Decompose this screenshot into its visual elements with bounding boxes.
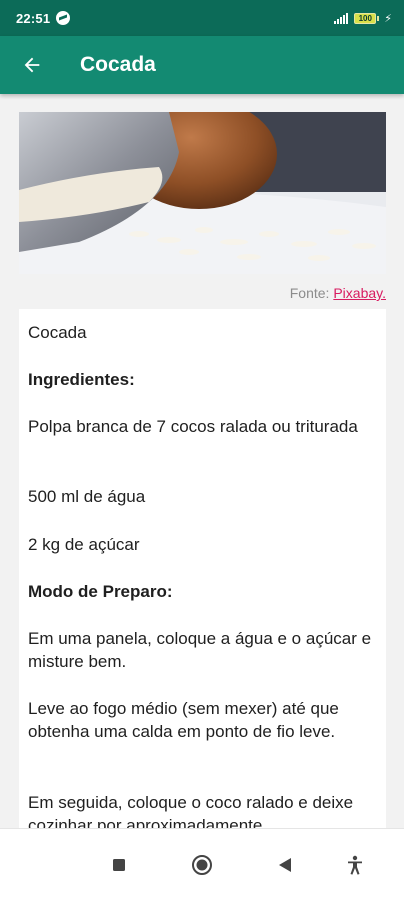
app-bar: Cocada [0, 36, 404, 94]
home-button[interactable] [178, 829, 226, 901]
circle-icon [192, 855, 212, 875]
battery-icon: 100 [354, 12, 380, 24]
recipe-card: Cocada Ingredientes: Polpa branca de 7 c… [19, 309, 386, 828]
recipe-title: Cocada [28, 323, 87, 342]
status-bar: 22:51 100 ⚡ [0, 0, 404, 36]
page-title: Cocada [80, 53, 156, 76]
messenger-icon [56, 11, 71, 25]
preparation-step: Em seguida, coloque o coco ralado e deix… [28, 793, 354, 828]
preparation-step: Leve ao fogo médio (sem mexer) até que o… [28, 699, 339, 741]
status-time: 22:51 [16, 10, 51, 26]
coconut-photo [19, 112, 386, 274]
status-right: 100 ⚡ [334, 12, 392, 25]
back-button[interactable] [4, 36, 60, 94]
ingredient-item: Polpa branca de 7 cocos ralada ou tritur… [28, 417, 358, 436]
triangle-icon [279, 858, 291, 872]
charging-icon: ⚡ [384, 12, 392, 25]
system-nav-bar [0, 828, 404, 901]
accessibility-button[interactable] [331, 829, 379, 901]
arrow-left-icon [24, 57, 40, 73]
recents-button[interactable] [95, 829, 143, 901]
image-credit: Fonte: Pixabay. [290, 285, 386, 301]
image-credit-prefix: Fonte: [289, 285, 330, 301]
pixabay-link[interactable]: Pixabay. [333, 285, 386, 301]
square-icon [113, 859, 125, 871]
back-nav-button[interactable] [261, 829, 309, 901]
accessibility-icon [348, 855, 362, 875]
battery-level: 100 [358, 13, 372, 23]
ingredient-item: 2 kg de açúcar [28, 535, 140, 554]
signal-icon [334, 12, 349, 24]
ingredients-heading: Ingredientes: [28, 370, 135, 389]
status-left: 22:51 [16, 10, 71, 26]
ingredient-item: 500 ml de água [28, 487, 146, 506]
recipe-scroll-view[interactable]: Fonte: Pixabay. Cocada Ingredientes: Pol… [0, 94, 404, 828]
recipe-image [19, 112, 386, 274]
preparation-step: Em uma panela, coloque a água e o açúcar… [28, 629, 372, 671]
preparation-heading: Modo de Preparo: [28, 582, 173, 601]
